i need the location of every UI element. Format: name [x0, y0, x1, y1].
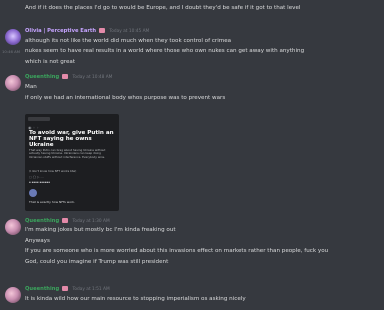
message-header: Queenthing Today at 10:48 AM [25, 74, 112, 81]
reaction-row: ▢ ◯ ▷ ⋯ [29, 175, 44, 179]
message-text: Anyways [25, 238, 50, 244]
message-text: Man [25, 84, 37, 90]
embed-body: That way Putin can brag about having Ukr… [29, 148, 106, 159]
message-text: It is kinda wild how our main resource t… [25, 296, 246, 302]
message-text: if only we had an international body who… [25, 95, 226, 101]
author-name[interactable]: Olivia | Perceptive Earth [25, 28, 96, 34]
timestamp: Today at 10:45 AM [109, 29, 150, 34]
message-header: Olivia | Perceptive Earth Today at 10:45… [25, 28, 149, 35]
message-text: although its not like the world did much… [25, 38, 232, 44]
avatar[interactable] [5, 29, 21, 45]
embed-caption: That is exactly how NFTs work. [29, 200, 75, 204]
message-text: I'm making jokes but mostly bc I'm kinda… [25, 227, 176, 233]
message-text: which is not great [25, 59, 76, 65]
author-name[interactable]: Queenthing [25, 74, 59, 80]
badge-icon [61, 286, 68, 291]
avatar[interactable] [5, 75, 21, 91]
message-header: Queenthing Today at 1:30 AM [25, 218, 110, 225]
timestamp: Today at 10:48 AM [72, 75, 113, 80]
reply-avatar [29, 189, 37, 197]
embed-header-bar [28, 117, 50, 121]
avatar[interactable] [5, 287, 21, 303]
avatar[interactable] [5, 219, 21, 235]
timestamp: Today at 1:51 AM [72, 287, 110, 292]
message-text: God, could you imagine if Trump was stil… [25, 259, 169, 265]
author-name[interactable]: Queenthing [25, 286, 59, 292]
embed-author: ▪ ▪▪▪▪ ▪▪▪▪▪▪ [29, 181, 50, 184]
embed-note: (I don't know how NFT works btw) [29, 169, 77, 173]
author-name[interactable]: Queenthing [25, 218, 59, 224]
message-text: If you are someone who is more worried a… [25, 248, 329, 254]
message-text: And if it does the places I'd go to woul… [25, 5, 301, 11]
message-header: Queenthing Today at 1:51 AM [25, 286, 110, 293]
hover-timestamp: 10:46 AM [2, 49, 21, 54]
image-attachment[interactable]: ◉ ◦ ◦ To avoid war, give Putin an NFT sa… [25, 114, 119, 211]
embed-headline: To avoid war, give Putin an NFT saying h… [29, 130, 114, 149]
timestamp: Today at 1:30 AM [72, 219, 110, 224]
badge-icon [98, 28, 105, 33]
badge-icon [61, 218, 68, 223]
message-text: nukes seem to have real results in a wor… [25, 48, 305, 54]
badge-icon [61, 74, 68, 79]
